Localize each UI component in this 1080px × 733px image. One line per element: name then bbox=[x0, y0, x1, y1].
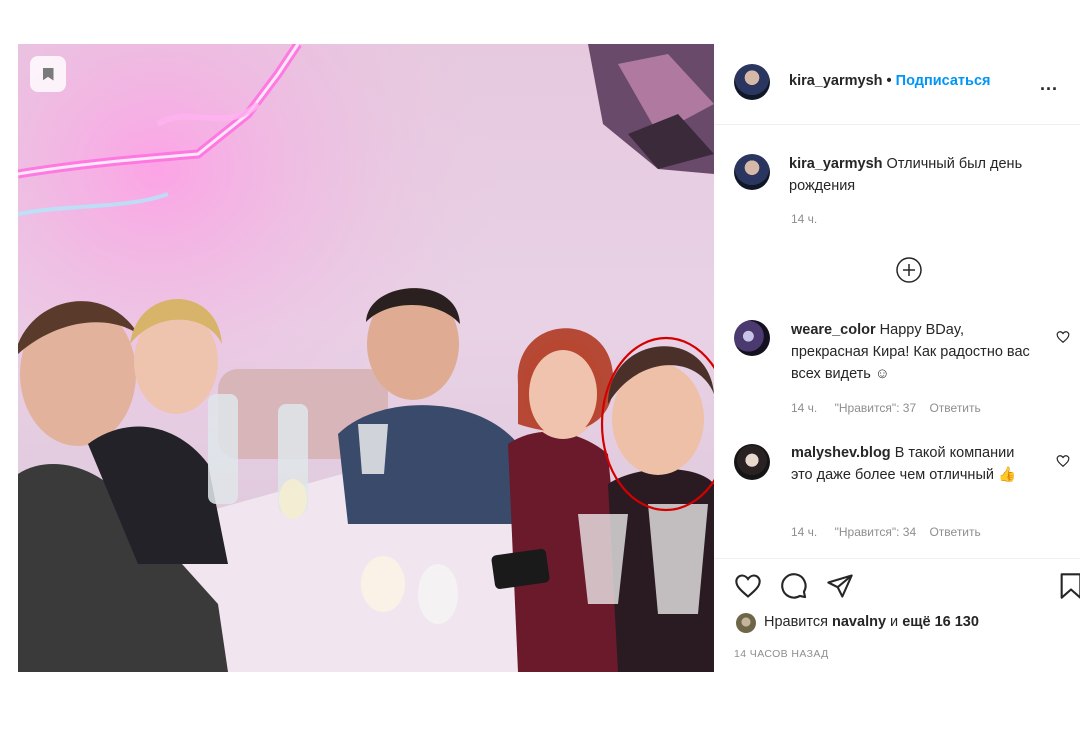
comment-username[interactable]: weare_color bbox=[791, 322, 876, 338]
author-name[interactable]: kira_yarmysh bbox=[789, 73, 883, 89]
post-photo[interactable] bbox=[18, 44, 714, 672]
comment-time: 14 ч. bbox=[791, 401, 818, 415]
header-divider bbox=[714, 124, 1080, 125]
bookmark-icon[interactable] bbox=[30, 56, 66, 92]
plus-circle-icon[interactable] bbox=[895, 256, 923, 284]
likes-username[interactable]: navalny bbox=[832, 614, 886, 630]
caption: kira_yarmysh Отличный был день рождения bbox=[789, 153, 1059, 197]
heart-icon[interactable] bbox=[734, 572, 762, 600]
comment-avatar[interactable] bbox=[734, 320, 770, 356]
comment-meta: 14 ч. "Нравится": 34 Ответить bbox=[791, 525, 981, 539]
follow-button[interactable]: Подписаться bbox=[896, 73, 991, 89]
comment-time: 14 ч. bbox=[791, 525, 818, 539]
liker-avatar[interactable] bbox=[736, 613, 756, 633]
author-avatar[interactable] bbox=[734, 64, 770, 100]
post-timestamp: 14 ЧАСОВ НАЗАД bbox=[734, 648, 829, 660]
share-icon[interactable] bbox=[826, 572, 854, 600]
caption-username[interactable]: kira_yarmysh bbox=[789, 156, 883, 172]
likes-and: и bbox=[890, 614, 899, 630]
comment-likes[interactable]: "Нравится": 37 bbox=[835, 401, 917, 415]
comment-like-icon[interactable] bbox=[1056, 330, 1070, 344]
comment: malyshev.blog В такой компании это даже … bbox=[791, 442, 1036, 486]
likes-prefix: Нравится bbox=[764, 614, 828, 630]
reply-button[interactable]: Ответить bbox=[929, 525, 980, 539]
reply-button[interactable]: Ответить bbox=[929, 401, 980, 415]
likes-count[interactable]: ещё 16 130 bbox=[902, 614, 979, 630]
comment-likes[interactable]: "Нравится": 34 bbox=[835, 525, 917, 539]
likes-summary[interactable]: Нравится navalny и ещё 16 130 bbox=[764, 614, 979, 630]
actions-divider bbox=[714, 558, 1080, 559]
comment: weare_color Happy BDay, прекрасная Кира!… bbox=[791, 319, 1036, 385]
comment-username[interactable]: malyshev.blog bbox=[791, 445, 891, 461]
caption-avatar[interactable] bbox=[734, 154, 770, 190]
comment-icon[interactable] bbox=[780, 572, 808, 600]
comment-like-icon[interactable] bbox=[1056, 454, 1070, 468]
photo-scene bbox=[18, 44, 714, 672]
save-icon[interactable] bbox=[1059, 572, 1080, 600]
comment-meta: 14 ч. "Нравится": 37 Ответить bbox=[791, 401, 981, 415]
comment-avatar[interactable] bbox=[734, 444, 770, 480]
author-username[interactable]: kira_yarmysh • Подписаться bbox=[789, 73, 990, 89]
post-sidebar: kira_yarmysh • Подписаться ... kira_yarm… bbox=[714, 44, 1080, 672]
more-options-icon[interactable]: ... bbox=[1040, 74, 1058, 95]
caption-time: 14 ч. bbox=[791, 212, 818, 226]
separator-dot: • bbox=[886, 73, 892, 89]
